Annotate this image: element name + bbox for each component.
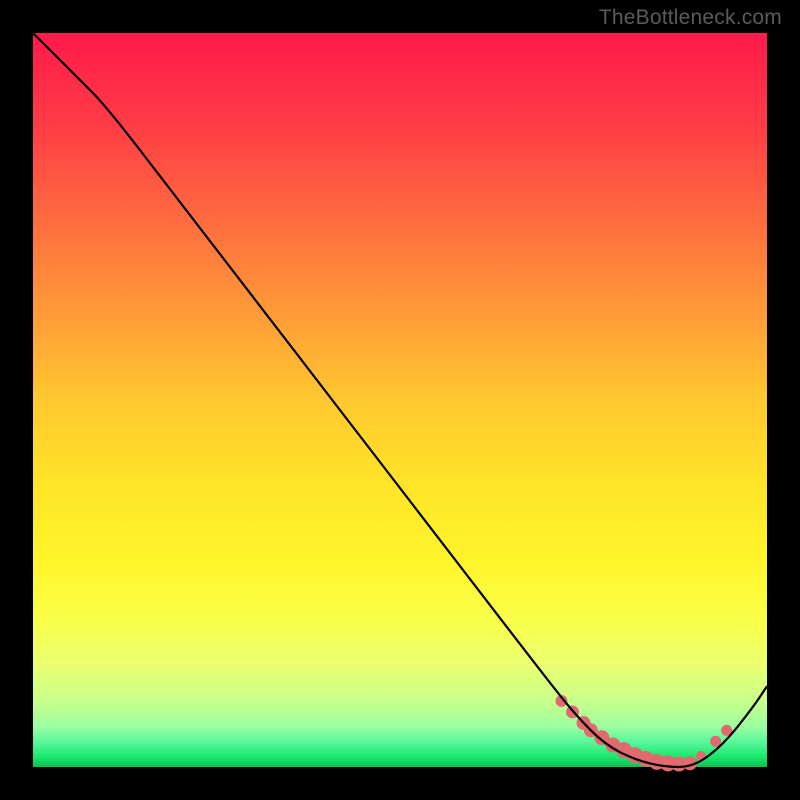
chart-frame: TheBottleneck.com: [0, 0, 800, 800]
watermark-text: TheBottleneck.com: [599, 6, 782, 30]
chart-svg: [33, 33, 767, 767]
curve-line: [33, 33, 767, 767]
trough-markers: [555, 695, 732, 772]
plot-area: [33, 33, 767, 767]
